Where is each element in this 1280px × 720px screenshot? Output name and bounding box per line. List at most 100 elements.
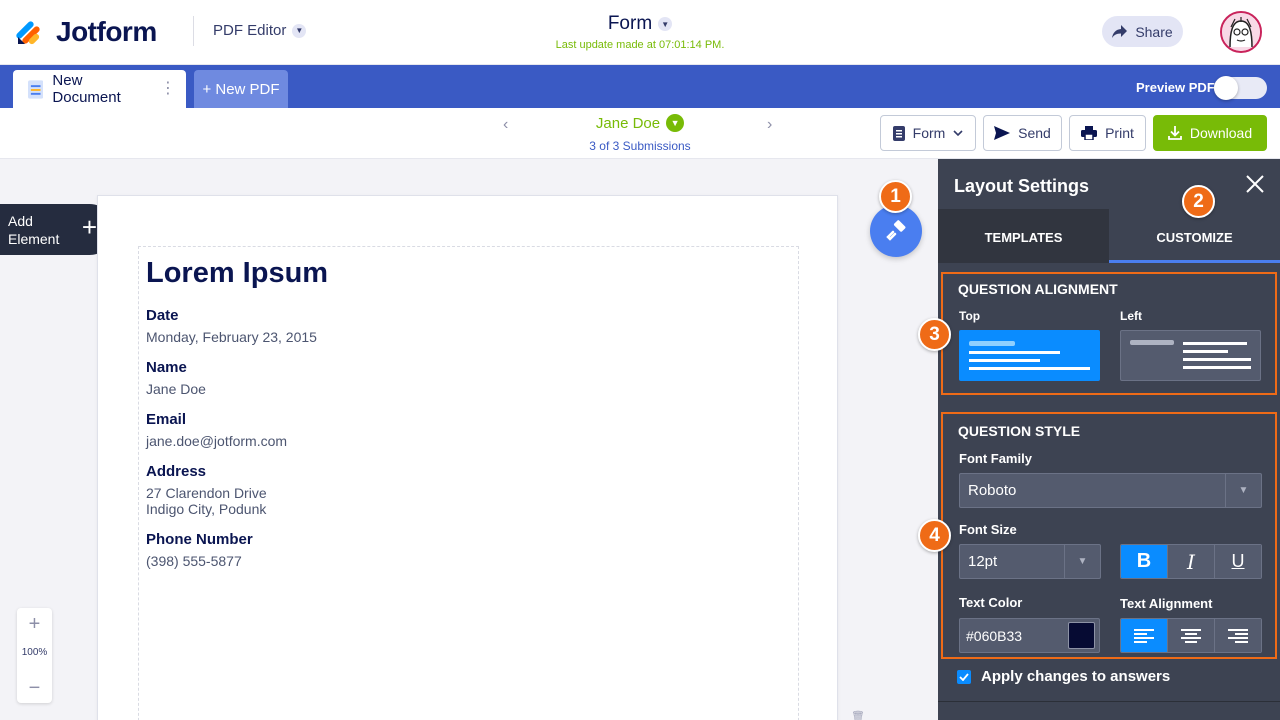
question-style-section: QUESTION STYLE Font Family Roboto ▼ Font… (941, 412, 1277, 659)
share-icon (1112, 25, 1128, 38)
tab-label: New Document (52, 72, 121, 106)
send-icon (994, 126, 1011, 140)
field-address[interactable]: Address 27 Clarendon Drive Indigo City, … (146, 463, 267, 517)
align-left-button[interactable] (1121, 619, 1167, 652)
panel-footer (938, 701, 1280, 720)
field-value: (398) 555-5877 (146, 553, 242, 569)
download-button[interactable]: Download (1153, 115, 1267, 151)
step-badge-3: 3 (918, 318, 951, 351)
chevron-down-icon: ▼ (1225, 474, 1261, 507)
underline-button[interactable]: U (1214, 545, 1261, 578)
divider (193, 16, 194, 46)
apply-to-answers-label: Apply changes to answers (981, 668, 1171, 685)
field-date[interactable]: Date Monday, February 23, 2015 (146, 307, 317, 345)
font-family-select[interactable]: Roboto ▼ (959, 473, 1262, 508)
avatar-image (1222, 13, 1260, 51)
content-area[interactable]: Lorem Ipsum Date Monday, February 23, 20… (138, 246, 799, 720)
next-submission-icon[interactable]: › (767, 116, 772, 134)
preview-pdf-toggle[interactable] (1214, 76, 1267, 100)
document-tab-bar: New Document ⋮ + New PDF Preview PDF (0, 65, 1280, 108)
alignment-option-label: Left (1120, 309, 1142, 323)
print-button-label: Print (1105, 125, 1134, 141)
form-title[interactable]: Form ▼ (607, 13, 673, 35)
bold-icon: B (1136, 550, 1152, 572)
share-label: Share (1135, 23, 1173, 40)
step-badge-1: 1 (879, 180, 912, 213)
print-button[interactable]: Print (1069, 115, 1146, 151)
field-label: Name (146, 359, 187, 376)
font-family-label: Font Family (959, 451, 1032, 466)
tab-templates[interactable]: TEMPLATES (938, 209, 1109, 263)
alignment-top-option[interactable] (959, 330, 1100, 381)
send-button-label: Send (1018, 125, 1051, 141)
field-value-line1: 27 Clarendon Drive (146, 485, 267, 501)
section-title: QUESTION STYLE (958, 423, 1081, 439)
jotform-logo-icon (16, 21, 40, 45)
close-icon[interactable] (1242, 171, 1268, 197)
font-size-select[interactable]: 12pt ▼ (959, 544, 1101, 579)
paint-roller-icon (886, 220, 906, 241)
avatar[interactable] (1220, 11, 1262, 53)
step-badge-2: 2 (1182, 185, 1215, 218)
font-size-value: 12pt (968, 553, 998, 570)
previous-submission-icon[interactable]: ‹ (503, 116, 508, 134)
text-color-label: Text Color (959, 595, 1023, 610)
panel-tabs: TEMPLATES CUSTOMIZE (938, 209, 1280, 263)
zoom-level: 100% (21, 647, 48, 658)
font-style-group: B I U (1120, 544, 1262, 579)
field-email[interactable]: Email jane.doe@jotform.com (146, 411, 287, 449)
bold-button[interactable]: B (1121, 545, 1167, 578)
zoom-in-icon[interactable]: + (17, 614, 52, 634)
font-size-label: Font Size (959, 522, 1017, 537)
form-title-area: Form ▼ Last update made at 07:01:14 PM. (540, 13, 740, 51)
field-label: Date (146, 307, 179, 324)
checkbox-checked-icon (957, 669, 971, 684)
more-options-icon[interactable]: ⋮ (160, 81, 176, 97)
align-top-illustration (969, 341, 1090, 370)
new-pdf-button[interactable]: + New PDF (194, 70, 288, 108)
share-button[interactable]: Share (1102, 16, 1183, 47)
document-title[interactable]: Lorem Ipsum (146, 257, 328, 290)
plus-icon: + (81, 212, 97, 242)
form-title-text: Form (607, 13, 653, 34)
submission-count: 3 of 3 Submissions (589, 139, 691, 153)
top-bar: Jotform PDF Editor ▼ Form ▼ Last update … (0, 0, 1280, 65)
printer-icon (1081, 126, 1098, 140)
submitter-name: Jane Doe (595, 114, 661, 132)
align-center-button[interactable] (1167, 619, 1214, 652)
underline-icon: U (1231, 551, 1245, 571)
apply-to-answers-checkbox[interactable]: Apply changes to answers (957, 668, 1170, 685)
font-family-value: Roboto (968, 482, 1017, 499)
field-phone[interactable]: Phone Number (398) 555-5877 (146, 531, 253, 569)
align-left-icon (1134, 628, 1154, 643)
field-name[interactable]: Name Jane Doe (146, 359, 206, 397)
tab-new-document[interactable]: New Document ⋮ (13, 70, 186, 108)
text-alignment-group (1120, 618, 1262, 653)
chevron-down-icon (953, 130, 963, 136)
trash-icon[interactable]: 🗑 (851, 710, 865, 720)
field-value: Jane Doe (146, 381, 206, 397)
field-value-line2: Indigo City, Podunk (146, 501, 267, 517)
jotform-logo[interactable]: Jotform (16, 16, 157, 48)
form-button[interactable]: Form (880, 115, 976, 151)
download-icon (1167, 126, 1182, 140)
italic-icon: I (1187, 549, 1195, 574)
field-label: Email (146, 411, 187, 428)
alignment-left-option[interactable] (1120, 330, 1261, 381)
field-value: Monday, February 23, 2015 (146, 329, 317, 345)
logo-text: Jotform (56, 16, 157, 47)
chevron-down-icon: ▼ (658, 17, 673, 31)
preview-pdf-label: Preview PDF (1136, 80, 1215, 95)
text-color-value: #060B33 (966, 628, 1023, 644)
color-swatch[interactable] (1068, 622, 1095, 649)
zoom-out-icon[interactable]: − (17, 678, 52, 698)
alignment-option-label: Top (959, 309, 981, 323)
italic-button[interactable]: I (1167, 545, 1214, 578)
editor-switcher-label: PDF Editor (213, 22, 287, 39)
align-right-button[interactable] (1214, 619, 1261, 652)
submission-selector[interactable]: Jane Doe ▼ (560, 114, 720, 132)
editor-switcher[interactable]: PDF Editor ▼ (213, 22, 307, 39)
text-color-input[interactable]: #060B33 (959, 618, 1100, 653)
section-title: QUESTION ALIGNMENT (958, 281, 1118, 297)
send-button[interactable]: Send (983, 115, 1062, 151)
